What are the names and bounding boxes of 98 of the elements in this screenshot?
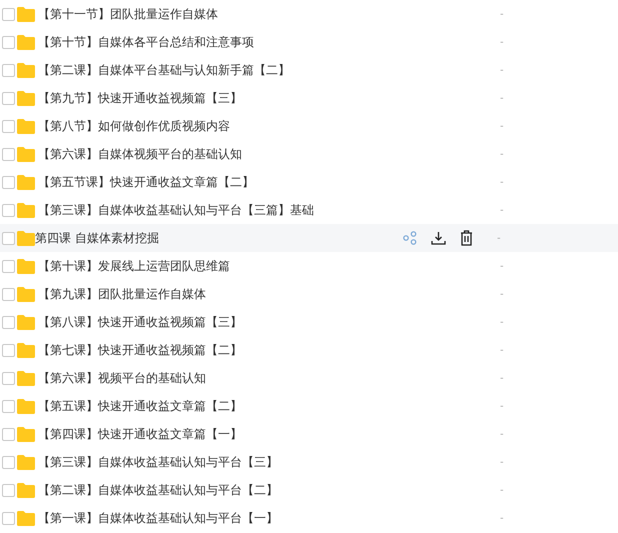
file-size: - (497, 232, 501, 246)
folder-icon (17, 90, 35, 106)
file-name[interactable]: 【第三课】自媒体收益基础认知与平台【三】 (38, 453, 406, 471)
checkbox[interactable] (2, 8, 15, 20)
checkbox[interactable] (2, 288, 15, 300)
checkbox[interactable] (2, 456, 15, 468)
download-icon[interactable] (431, 231, 446, 245)
file-row[interactable]: 【第六课】视频平台的基础认知 - (0, 364, 618, 392)
folder-icon (17, 314, 35, 330)
file-name[interactable]: 【第五课】快速开通收益文章篇【二】 (38, 397, 406, 415)
file-size: - (500, 260, 504, 274)
file-row[interactable]: 【第五节课】快速开通收益文章篇【二】 - (0, 168, 618, 196)
file-row[interactable]: 【第二课】自媒体收益基础认知与平台【二】 - (0, 476, 618, 504)
checkbox[interactable] (2, 64, 15, 76)
checkbox[interactable] (2, 428, 15, 440)
checkbox[interactable] (2, 36, 15, 48)
file-row[interactable]: 【第八课】快速开通收益视频篇【三】 - (0, 308, 618, 336)
file-row[interactable]: 【第二课】自媒体平台基础与认知新手篇【二】 - (0, 56, 618, 84)
file-row[interactable]: 【第五课】快速开通收益文章篇【二】 - (0, 392, 618, 420)
file-size: - (500, 64, 504, 78)
delete-icon[interactable] (460, 230, 473, 246)
file-size: - (500, 176, 504, 190)
file-name[interactable]: 【第七课】快速开通收益视频篇【二】 (38, 341, 406, 359)
folder-icon (17, 286, 35, 302)
checkbox[interactable] (2, 316, 15, 328)
file-size: - (500, 204, 504, 218)
file-name[interactable]: 【第八课】快速开通收益视频篇【三】 (38, 313, 406, 331)
file-size: - (500, 512, 504, 526)
file-size: - (500, 288, 504, 302)
file-row[interactable]: 【第一课】自媒体收益基础认知与平台【一】 - (0, 504, 618, 532)
file-row[interactable]: 【第八节】如何做创作优质视频内容 - (0, 112, 618, 140)
checkbox[interactable] (2, 484, 15, 496)
file-name[interactable]: 【第六课】自媒体视频平台的基础认知 (38, 145, 406, 163)
file-row[interactable]: 【第三课】自媒体收益基础认知与平台【三】 - (0, 448, 618, 476)
file-size: - (500, 484, 504, 498)
file-row[interactable]: 【第十课】发展线上运营团队思维篇 - (0, 252, 618, 280)
folder-icon (17, 174, 35, 190)
checkbox[interactable] (2, 512, 15, 524)
file-row[interactable]: 【第九课】团队批量运作自媒体 - (0, 280, 618, 308)
file-row[interactable]: 【第九节】快速开通收益视频篇【三】 - (0, 84, 618, 112)
file-name[interactable]: 【第九课】团队批量运作自媒体 (38, 285, 406, 303)
file-name[interactable]: 【第三课】自媒体收益基础认知与平台【三篇】基础 (38, 201, 406, 219)
file-size: - (500, 344, 504, 358)
file-name[interactable]: 【第一课】自媒体收益基础认知与平台【一】 (38, 509, 406, 527)
file-name[interactable]: 【第九节】快速开通收益视频篇【三】 (38, 89, 406, 107)
file-row[interactable]: 【第六课】自媒体视频平台的基础认知 - (0, 140, 618, 168)
file-name[interactable]: 【第二课】自媒体收益基础认知与平台【二】 (38, 481, 406, 499)
file-name[interactable]: 【第六课】视频平台的基础认知 (38, 369, 406, 387)
checkbox[interactable] (2, 232, 15, 244)
file-name[interactable]: 【第八节】如何做创作优质视频内容 (38, 117, 406, 135)
checkbox[interactable] (2, 148, 15, 160)
file-row[interactable]: 【第三课】自媒体收益基础认知与平台【三篇】基础 - (0, 196, 618, 224)
file-size: - (500, 92, 504, 106)
file-row[interactable]: 第四课 自媒体素材挖掘 - (0, 224, 618, 252)
file-name[interactable]: 【第二课】自媒体平台基础与认知新手篇【二】 (38, 61, 406, 79)
folder-icon (17, 202, 35, 218)
file-size: - (500, 120, 504, 134)
checkbox[interactable] (2, 120, 15, 132)
file-row[interactable]: 【第十节】自媒体各平台总结和注意事项 - (0, 28, 618, 56)
checkbox[interactable] (2, 372, 15, 384)
file-name[interactable]: 【第十一节】团队批量运作自媒体 (38, 5, 406, 23)
file-size: - (500, 428, 504, 442)
file-name[interactable]: 【第四课】快速开通收益文章篇【一】 (38, 425, 406, 443)
folder-icon (17, 146, 35, 162)
checkbox[interactable] (2, 344, 15, 356)
file-name[interactable]: 【第十课】发展线上运营团队思维篇 (38, 257, 406, 275)
file-size: - (500, 316, 504, 330)
file-size: - (500, 36, 504, 50)
file-name[interactable]: 【第五节课】快速开通收益文章篇【二】 (38, 173, 406, 191)
folder-icon (17, 510, 35, 526)
folder-icon (17, 426, 35, 442)
checkbox[interactable] (2, 92, 15, 104)
checkbox[interactable] (2, 400, 15, 412)
folder-icon (17, 6, 35, 22)
file-size: - (500, 8, 504, 22)
checkbox[interactable] (2, 260, 15, 272)
folder-icon (17, 342, 35, 358)
file-name[interactable]: 【第十节】自媒体各平台总结和注意事项 (38, 33, 406, 51)
file-size: - (500, 372, 504, 386)
checkbox[interactable] (2, 176, 15, 188)
file-size: - (500, 400, 504, 414)
share-icon[interactable] (403, 231, 417, 245)
file-size: - (500, 456, 504, 470)
folder-icon (17, 230, 35, 246)
file-name[interactable]: 第四课 自媒体素材挖掘 (35, 229, 403, 247)
folder-icon (17, 118, 35, 134)
folder-icon (17, 482, 35, 498)
folder-icon (17, 398, 35, 414)
folder-icon (17, 34, 35, 50)
folder-icon (17, 370, 35, 386)
file-size: - (500, 148, 504, 162)
file-row[interactable]: 【第十一节】团队批量运作自媒体 - (0, 0, 618, 28)
file-row[interactable]: 【第四课】快速开通收益文章篇【一】 - (0, 420, 618, 448)
folder-icon (17, 258, 35, 274)
folder-icon (17, 454, 35, 470)
folder-icon (17, 62, 35, 78)
file-row[interactable]: 【第七课】快速开通收益视频篇【二】 - (0, 336, 618, 364)
checkbox[interactable] (2, 204, 15, 216)
